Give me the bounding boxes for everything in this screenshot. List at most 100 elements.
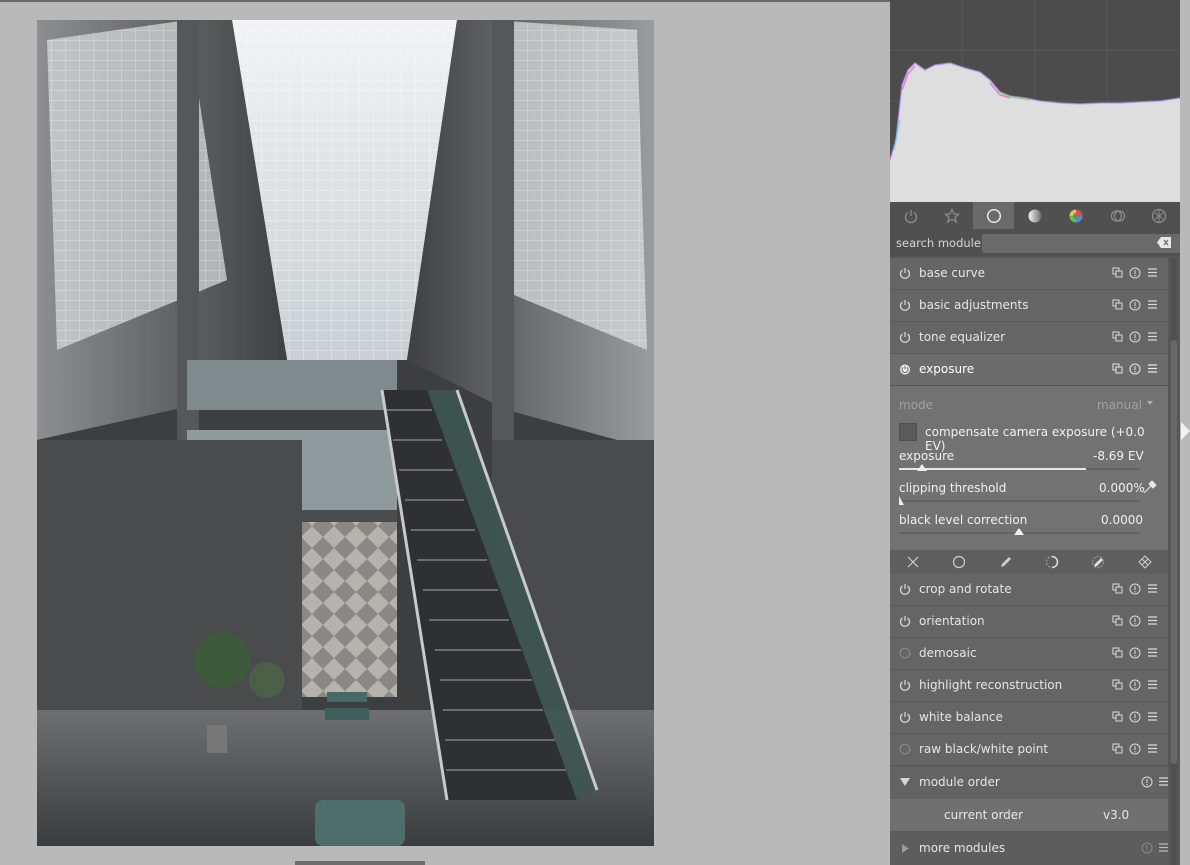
multi-instance-icon[interactable] [1112, 331, 1123, 342]
presets-icon[interactable] [1147, 363, 1158, 374]
presets-icon[interactable] [1158, 776, 1169, 787]
module-raw-black-white-point[interactable]: raw black/white point [890, 734, 1168, 765]
clipping-threshold-slider[interactable] [899, 500, 1139, 502]
module-demosaic[interactable]: demosaic [890, 638, 1168, 670]
histogram[interactable] [889, 0, 1181, 202]
center-view [0, 0, 890, 865]
mask-raster-button[interactable] [1122, 550, 1168, 574]
exposure-slider[interactable] [899, 468, 1139, 470]
effects-icon [1152, 208, 1167, 223]
chevron-down-icon[interactable] [1146, 400, 1154, 406]
exposure-slider-value[interactable]: -8.69 EV [1093, 449, 1144, 463]
reset-icon[interactable] [1129, 615, 1141, 627]
module-orientation[interactable]: orientation [890, 606, 1168, 638]
multi-instance-icon[interactable] [1112, 363, 1123, 374]
module-basic-adjustments[interactable]: basic adjustments [890, 290, 1168, 322]
module-name: exposure [919, 362, 975, 376]
power-icon[interactable] [899, 711, 911, 723]
power-icon[interactable] [899, 299, 911, 311]
collapse-arrow-icon [1181, 422, 1190, 440]
multi-instance-icon[interactable] [1112, 299, 1123, 310]
module-order[interactable]: module order [890, 766, 1168, 799]
reset-icon[interactable] [1129, 679, 1141, 691]
star-icon [944, 207, 961, 223]
presets-icon[interactable] [1147, 743, 1158, 754]
presets-icon[interactable] [1147, 583, 1158, 594]
mask-parametric-button[interactable] [1029, 550, 1075, 574]
presets-icon[interactable] [1147, 647, 1158, 658]
clear-icon[interactable] [1157, 237, 1171, 248]
photo-preview[interactable] [37, 20, 654, 846]
reset-icon[interactable] [1141, 776, 1153, 788]
module-highlight-reconstruction[interactable]: highlight reconstruction [890, 670, 1168, 702]
multi-instance-icon[interactable] [1112, 615, 1123, 626]
presets-icon[interactable] [1158, 842, 1169, 853]
module-exposure[interactable]: exposure [890, 354, 1168, 385]
tab-correct[interactable] [1097, 202, 1138, 229]
tab-technical[interactable] [972, 202, 1015, 229]
mask-uniform-button[interactable] [936, 550, 982, 574]
black-level-marker[interactable] [1014, 528, 1024, 535]
reset-icon[interactable] [1129, 267, 1141, 279]
module-white-balance[interactable]: white balance [890, 702, 1168, 734]
tab-color[interactable] [1056, 202, 1097, 229]
clipping-threshold-value[interactable]: 0.000% [1099, 481, 1145, 495]
module-name: raw black/white point [919, 742, 1049, 756]
right-panel-collapse[interactable] [1180, 0, 1190, 865]
reset-icon[interactable] [1129, 743, 1141, 755]
presets-icon[interactable] [1147, 711, 1158, 722]
reset-icon[interactable] [1129, 331, 1141, 343]
color-picker-icon[interactable] [1142, 479, 1158, 495]
mask-off-button[interactable] [890, 550, 936, 574]
mode-select[interactable]: manual [1097, 398, 1142, 412]
close-icon [907, 556, 919, 568]
multi-instance-icon[interactable] [1112, 267, 1123, 278]
reset-icon[interactable] [1129, 711, 1141, 723]
tab-grading[interactable] [1014, 202, 1055, 229]
power-icon[interactable] [899, 615, 911, 627]
compensate-checkbox[interactable] [899, 423, 917, 441]
tab-effects[interactable] [1139, 202, 1180, 229]
reset-icon[interactable] [1129, 299, 1141, 311]
multi-instance-icon[interactable] [1112, 647, 1123, 658]
collapsed-triangle-icon[interactable] [901, 843, 910, 854]
power-icon[interactable] [899, 583, 911, 595]
mode-label: mode [899, 398, 934, 412]
multi-instance-icon[interactable] [1112, 583, 1123, 594]
more-modules[interactable]: more modules [890, 831, 1168, 865]
mask-drawn-button[interactable] [983, 550, 1029, 574]
expanded-triangle-icon[interactable] [899, 777, 911, 787]
right-panel: search module base curve basic adjustmen… [889, 0, 1181, 865]
tab-active-modules[interactable] [890, 202, 931, 229]
multi-instance-icon[interactable] [1112, 679, 1123, 690]
exposure-slider-marker[interactable] [917, 464, 927, 471]
reset-icon[interactable] [1129, 583, 1141, 595]
search-input[interactable] [982, 234, 1180, 253]
module-tone-equalizer[interactable]: tone equalizer [890, 322, 1168, 354]
module-crop-and-rotate[interactable]: crop and rotate [890, 574, 1168, 606]
presets-icon[interactable] [1147, 615, 1158, 626]
reset-icon[interactable] [1141, 842, 1153, 854]
module-name: white balance [919, 710, 1003, 724]
reset-icon[interactable] [1129, 647, 1141, 659]
exposure-slider-label: exposure [899, 449, 955, 463]
presets-icon[interactable] [1147, 267, 1158, 278]
module-name: module order [919, 775, 1000, 789]
tab-favourites[interactable] [931, 202, 972, 229]
presets-icon[interactable] [1147, 679, 1158, 690]
power-icon[interactable] [899, 331, 911, 343]
module-scrollbar-thumb[interactable] [1171, 340, 1177, 764]
power-icon[interactable] [899, 267, 911, 279]
reset-icon[interactable] [1129, 363, 1141, 375]
black-level-value[interactable]: 0.0000 [1101, 513, 1143, 527]
multi-instance-icon[interactable] [1112, 743, 1123, 754]
power-on-icon[interactable] [899, 363, 911, 375]
presets-icon[interactable] [1147, 331, 1158, 342]
power-icon[interactable] [899, 679, 911, 691]
presets-icon[interactable] [1147, 299, 1158, 310]
module-base-curve[interactable]: base curve [890, 258, 1168, 290]
multi-instance-icon[interactable] [1112, 711, 1123, 722]
clipping-threshold-marker[interactable] [899, 496, 907, 505]
filmstrip-handle[interactable] [295, 861, 425, 865]
mask-drawn-parametric-button[interactable] [1075, 550, 1121, 574]
